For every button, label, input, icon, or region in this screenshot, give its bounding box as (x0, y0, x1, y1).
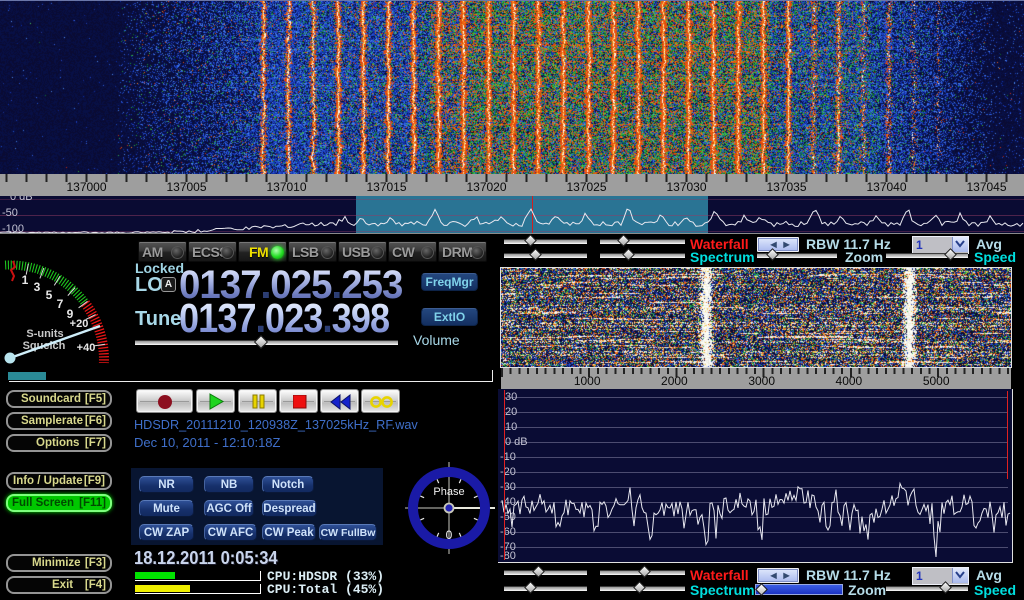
svg-text:+40: +40 (77, 342, 96, 354)
svg-text:1: 1 (22, 273, 29, 287)
svg-text:5: 5 (46, 288, 53, 302)
svg-text:0: 0 (446, 528, 453, 542)
svg-text:3: 3 (34, 280, 41, 294)
svg-text:+20: +20 (70, 318, 89, 330)
svg-text:S-units: S-units (26, 328, 63, 340)
svg-text:7: 7 (57, 297, 64, 311)
svg-text:Phase: Phase (433, 486, 464, 498)
